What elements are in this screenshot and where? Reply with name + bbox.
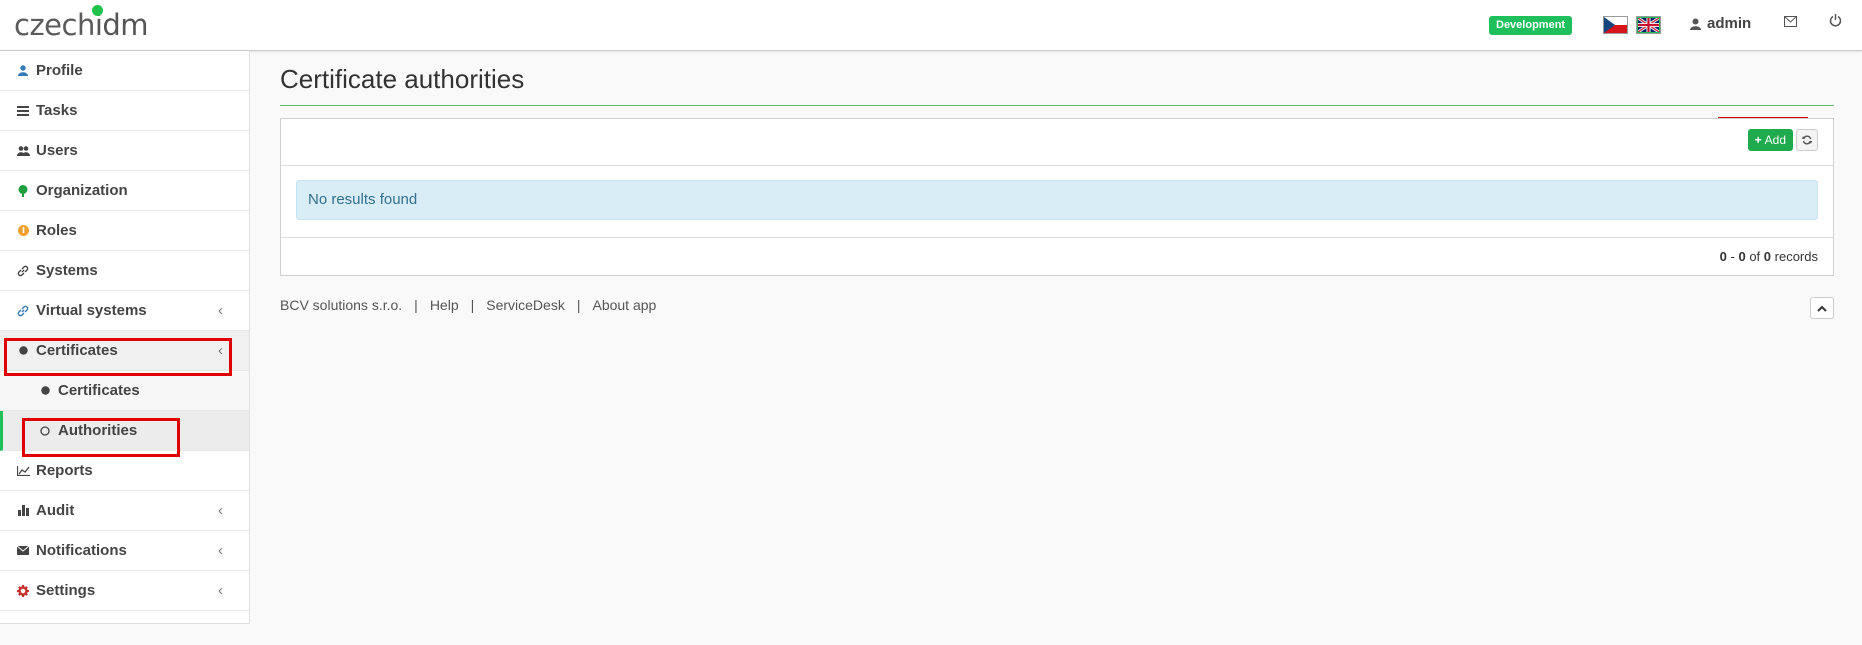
chevron-left-icon: ‹ <box>218 582 223 599</box>
bar-chart-icon <box>16 505 30 516</box>
link-icon <box>16 305 30 317</box>
sidebar-item-notifications[interactable]: Notifications ‹ <box>0 531 249 571</box>
separator: | <box>470 297 475 313</box>
user-menu[interactable]: admin <box>1690 15 1751 32</box>
sidebar-subitem-certificates[interactable]: Certificates <box>0 371 249 411</box>
user-icon <box>1690 18 1701 30</box>
sidebar-item-label: Tasks <box>36 102 78 119</box>
envelope-icon <box>16 546 30 555</box>
sidebar-item-organization[interactable]: Organization <box>0 171 249 211</box>
refresh-icon <box>1802 135 1812 145</box>
sidebar-item-systems[interactable]: Systems <box>0 251 249 291</box>
footer-links: BCV solutions s.r.o. | Help | ServiceDes… <box>280 297 656 313</box>
records-count: 0 - 0 of 0 records <box>1719 249 1818 264</box>
scroll-top-button[interactable] <box>1810 297 1834 319</box>
authorities-panel: + Add No results found 0 - 0 of 0 record… <box>280 118 1834 276</box>
separator: | <box>576 297 581 313</box>
users-icon <box>16 145 30 156</box>
environment-badge: Development <box>1489 16 1573 35</box>
no-results-alert: No results found <box>296 180 1818 220</box>
plus-icon: + <box>1754 133 1762 147</box>
chevron-left-icon: ‹ <box>218 502 223 519</box>
sidebar-item-users[interactable]: Users <box>0 131 249 171</box>
page-title: Certificate authorities <box>280 64 1834 106</box>
chevron-up-icon <box>1817 305 1827 312</box>
sidebar-item-profile[interactable]: Profile <box>0 51 249 91</box>
logo-dot <box>92 5 103 16</box>
sidebar-item-virtual-systems[interactable]: Virtual systems ‹ <box>0 291 249 331</box>
tasks-icon <box>16 105 30 116</box>
sidebar-item-label: Certificates <box>36 342 118 359</box>
footer-link-about[interactable]: About app <box>592 297 656 313</box>
envelope-icon[interactable] <box>1784 14 1797 31</box>
sidebar-subitem-authorities[interactable]: Authorities <box>0 411 249 451</box>
records-to: 0 <box>1738 249 1746 264</box>
chart-line-icon <box>16 465 30 476</box>
add-button-label: Add <box>1764 133 1786 147</box>
power-icon[interactable] <box>1829 14 1842 31</box>
logo-text-idm: idm <box>94 8 149 42</box>
username: admin <box>1707 15 1752 32</box>
circle-icon <box>38 386 52 395</box>
sidebar-item-label: Audit <box>36 502 75 519</box>
top-bar: czechidm Development admin <box>0 0 1862 51</box>
footer-link-help[interactable]: Help <box>430 297 459 313</box>
panel-toolbar: + Add <box>281 119 1833 166</box>
records-from: 0 <box>1719 249 1727 264</box>
sidebar-item-label: Certificates <box>58 382 140 399</box>
czech-flag-icon[interactable] <box>1603 16 1628 34</box>
circle-outline-icon <box>38 425 52 436</box>
sidebar-item-label: Profile <box>36 62 83 79</box>
sidebar-item-label: Authorities <box>58 422 138 439</box>
sidebar-item-label: Users <box>36 142 78 159</box>
sidebar-item-label: Reports <box>36 462 93 479</box>
gear-icon <box>16 584 30 597</box>
records-suffix: records <box>1774 249 1818 264</box>
sidebar-item-certificates[interactable]: Certificates ‹ <box>0 331 249 371</box>
sidebar-item-label: Organization <box>36 182 128 199</box>
add-button[interactable]: + Add <box>1747 129 1793 151</box>
sidebar-item-settings[interactable]: Settings ‹ <box>0 571 249 611</box>
roles-icon <box>16 225 30 236</box>
sidebar-item-reports[interactable]: Reports <box>0 451 249 491</box>
footer-link-company[interactable]: BCV solutions s.r.o. <box>280 297 402 313</box>
panel-footer: 0 - 0 of 0 records <box>281 237 1833 276</box>
sidebar: Profile Tasks Users Organization Roles S… <box>0 51 250 624</box>
sidebar-item-tasks[interactable]: Tasks <box>0 91 249 131</box>
records-of: of <box>1749 249 1761 264</box>
english-flag-icon[interactable] <box>1636 16 1661 34</box>
separator: | <box>414 297 418 313</box>
chevron-left-icon: ‹ <box>218 302 223 319</box>
refresh-button[interactable] <box>1796 129 1818 151</box>
link-icon <box>16 265 30 277</box>
circle-icon <box>16 346 30 355</box>
chevron-left-icon: ‹ <box>218 342 223 359</box>
tree-icon <box>16 184 30 197</box>
records-total: 0 <box>1763 249 1772 264</box>
sidebar-item-label: Virtual systems <box>36 302 147 319</box>
sidebar-item-audit[interactable]: Audit ‹ <box>0 491 249 531</box>
sidebar-item-label: Notifications <box>36 542 127 559</box>
sidebar-item-label: Settings <box>36 582 96 599</box>
chevron-left-icon: ‹ <box>218 542 223 559</box>
logo[interactable]: czechidm <box>14 5 149 42</box>
sidebar-item-label: Roles <box>36 222 77 239</box>
logo-text-czech: czech <box>14 8 95 42</box>
sidebar-item-label: Systems <box>36 262 98 279</box>
footer-link-servicedesk[interactable]: ServiceDesk <box>486 297 565 313</box>
sidebar-item-roles[interactable]: Roles <box>0 211 249 251</box>
user-icon <box>16 65 30 76</box>
